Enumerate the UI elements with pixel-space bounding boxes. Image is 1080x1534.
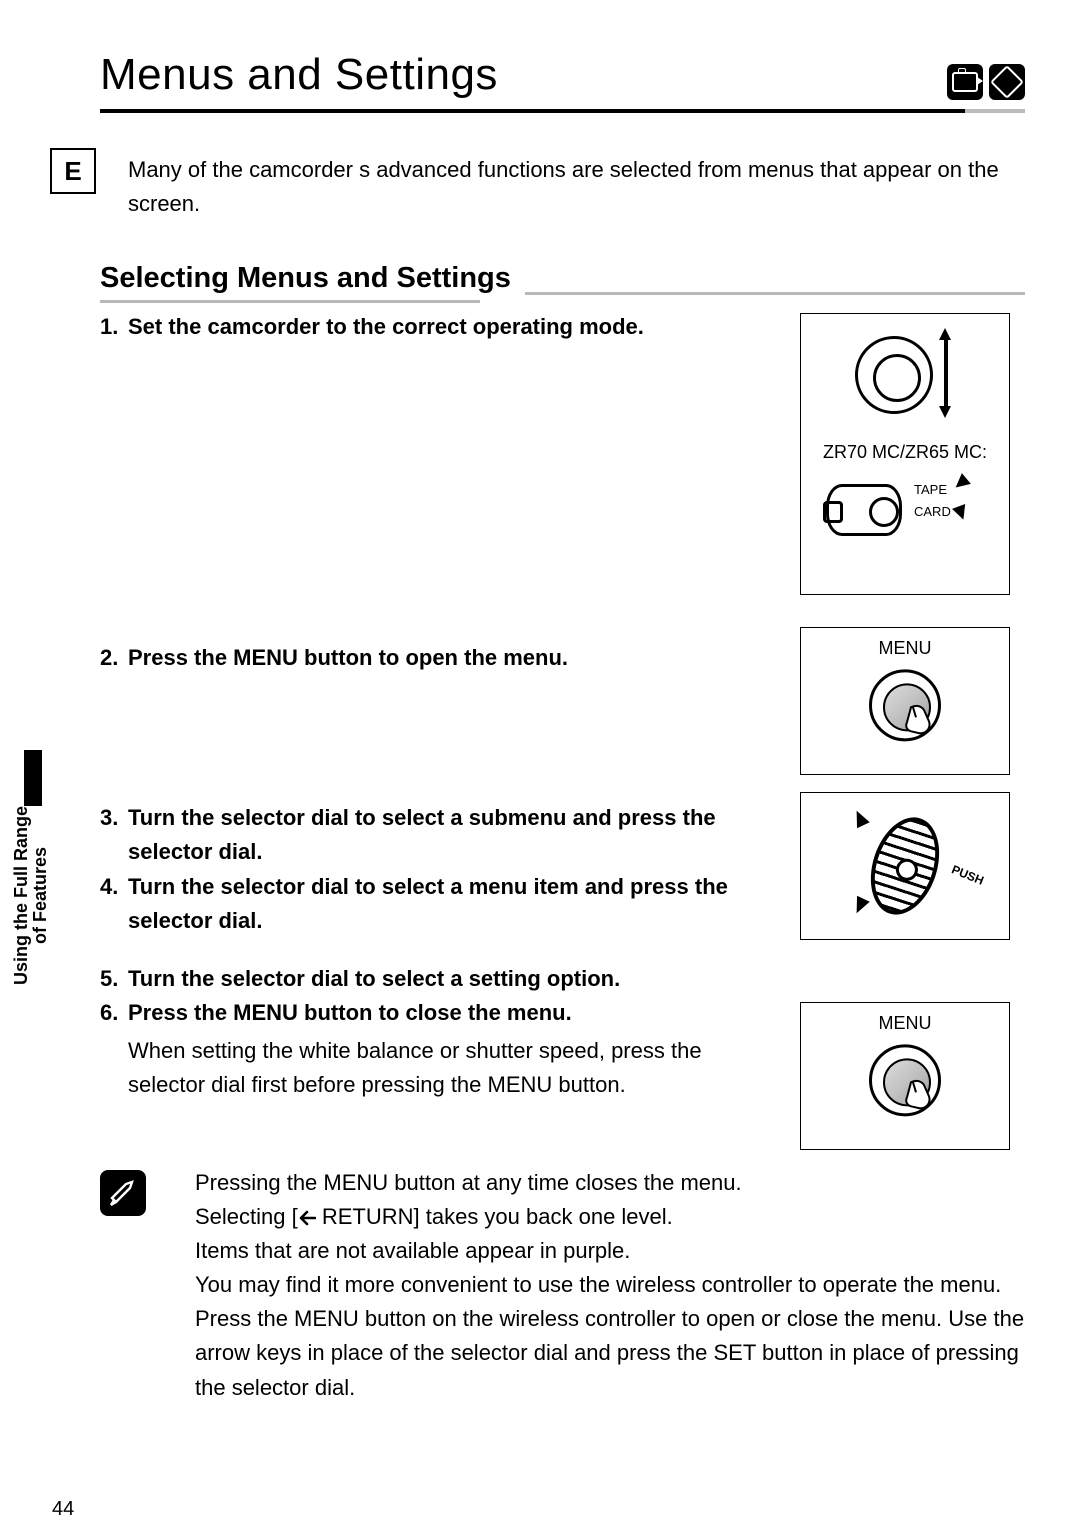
step-3-text: Turn the selector dial to select a subme… — [100, 801, 748, 869]
card-icon — [989, 64, 1025, 100]
menu-label-2: MENU — [801, 1013, 1009, 1034]
page-header: Menus and Settings — [100, 50, 1025, 100]
step-6: 6.Press the MENU button to close the men… — [100, 996, 748, 1102]
tips-block: Pressing the MENU button at any time clo… — [195, 1166, 1025, 1405]
step-6-note: When setting the white balance or shutte… — [100, 1034, 748, 1102]
section-heading: Selecting Menus and Settings — [100, 262, 1025, 295]
figure-menu-button: MENU — [800, 627, 1010, 775]
section-tab-line1: Using the Full Range — [11, 806, 31, 985]
camera-icon — [947, 64, 983, 100]
step-1: 1.Set the camcorder to the correct opera… — [100, 310, 660, 344]
title-rule — [100, 109, 1025, 113]
language-box: E — [50, 148, 96, 194]
tip-3: Items that are not available appear in p… — [195, 1234, 1025, 1268]
step-2-text: Press the MENU button to open the menu. — [100, 641, 660, 675]
page-number: 44 — [52, 1498, 74, 1521]
section-tab-line2: of Features — [30, 847, 50, 944]
return-arrow-icon — [298, 1202, 316, 1236]
section-title: Selecting Menus and Settings — [100, 262, 511, 295]
step-4: 4.Turn the selector dial to select a men… — [100, 870, 748, 938]
mode-icons — [947, 64, 1025, 100]
menu-button-drawing-2 — [869, 1044, 941, 1116]
page-title: Menus and Settings — [100, 50, 498, 100]
section-tab: Using the Full Range of Features — [18, 820, 48, 1080]
intro-text: Many of the camcorder s advanced functio… — [128, 153, 1025, 221]
tip-1: Pressing the MENU button at any time clo… — [195, 1166, 1025, 1200]
tip-2: Selecting [ RETURN] takes you back one l… — [195, 1200, 1025, 1234]
step-5-text: Turn the selector dial to select a setti… — [100, 962, 748, 996]
figure-menu-button-close: MENU — [800, 1002, 1010, 1150]
menu-label: MENU — [801, 638, 1009, 659]
step-1-text: Set the camcorder to the correct operati… — [100, 310, 660, 344]
hand-icon — [899, 1074, 943, 1118]
tape-label: TAPE — [914, 482, 947, 497]
figure-selector-dial: PUSH — [800, 792, 1010, 940]
section-underline — [100, 300, 480, 303]
step-6-text: Press the MENU button to close the menu. — [100, 996, 748, 1030]
power-dial-drawing — [845, 330, 965, 426]
figure-mode-switch: ZR70 MC/ZR65 MC: TAPE CARD — [800, 313, 1010, 595]
step-3: 3.Turn the selector dial to select a sub… — [100, 801, 748, 869]
step-5: 5.Turn the selector dial to select a set… — [100, 962, 748, 996]
hand-icon — [899, 699, 943, 743]
push-label: PUSH — [950, 862, 986, 887]
tip-4: You may find it more convenient to use t… — [195, 1268, 1025, 1404]
model-label: ZR70 MC/ZR65 MC: — [801, 442, 1009, 463]
menu-button-drawing — [869, 669, 941, 741]
section-rule — [525, 292, 1025, 295]
step-4-text: Turn the selector dial to select a menu … — [100, 870, 748, 938]
tape-card-switch-drawing: TAPE CARD — [820, 476, 990, 542]
card-label: CARD — [914, 504, 951, 519]
dial-drawing: PUSH — [873, 816, 937, 916]
note-icon — [100, 1170, 146, 1216]
step-2: 2.Press the MENU button to open the menu… — [100, 641, 660, 675]
